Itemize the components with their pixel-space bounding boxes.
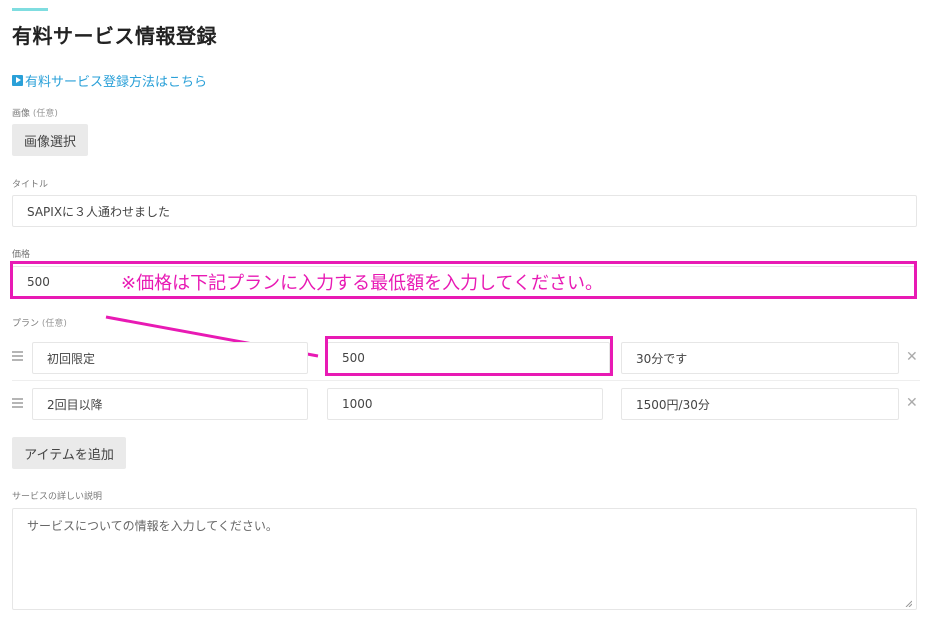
plan-name-input[interactable]: 2回目以降	[32, 388, 308, 420]
add-item-button[interactable]: アイテムを追加	[12, 437, 126, 469]
plan-price-input[interactable]: 1000	[327, 388, 603, 420]
resize-grip-icon[interactable]	[905, 600, 912, 607]
plans-label: プラン (任意)	[12, 316, 67, 329]
plan-note-input[interactable]: 1500円/30分	[621, 388, 899, 420]
close-icon[interactable]: ✕	[906, 350, 918, 364]
description-label: サービスの詳しい説明	[12, 492, 103, 502]
plans-label-text: プラン	[12, 319, 40, 329]
row-divider	[12, 380, 920, 381]
plan-note-input[interactable]: 30分です	[621, 342, 899, 374]
plans-optional-label: (任意)	[41, 319, 67, 329]
plan-name-input[interactable]: 初回限定	[32, 342, 308, 374]
drag-handle-icon[interactable]	[12, 351, 23, 363]
description-textarea[interactable]: サービスについての情報を入力してください。	[12, 508, 917, 610]
close-icon[interactable]: ✕	[906, 396, 918, 410]
drag-handle-icon[interactable]	[12, 398, 23, 410]
plan-price-input[interactable]: 500	[327, 342, 610, 374]
